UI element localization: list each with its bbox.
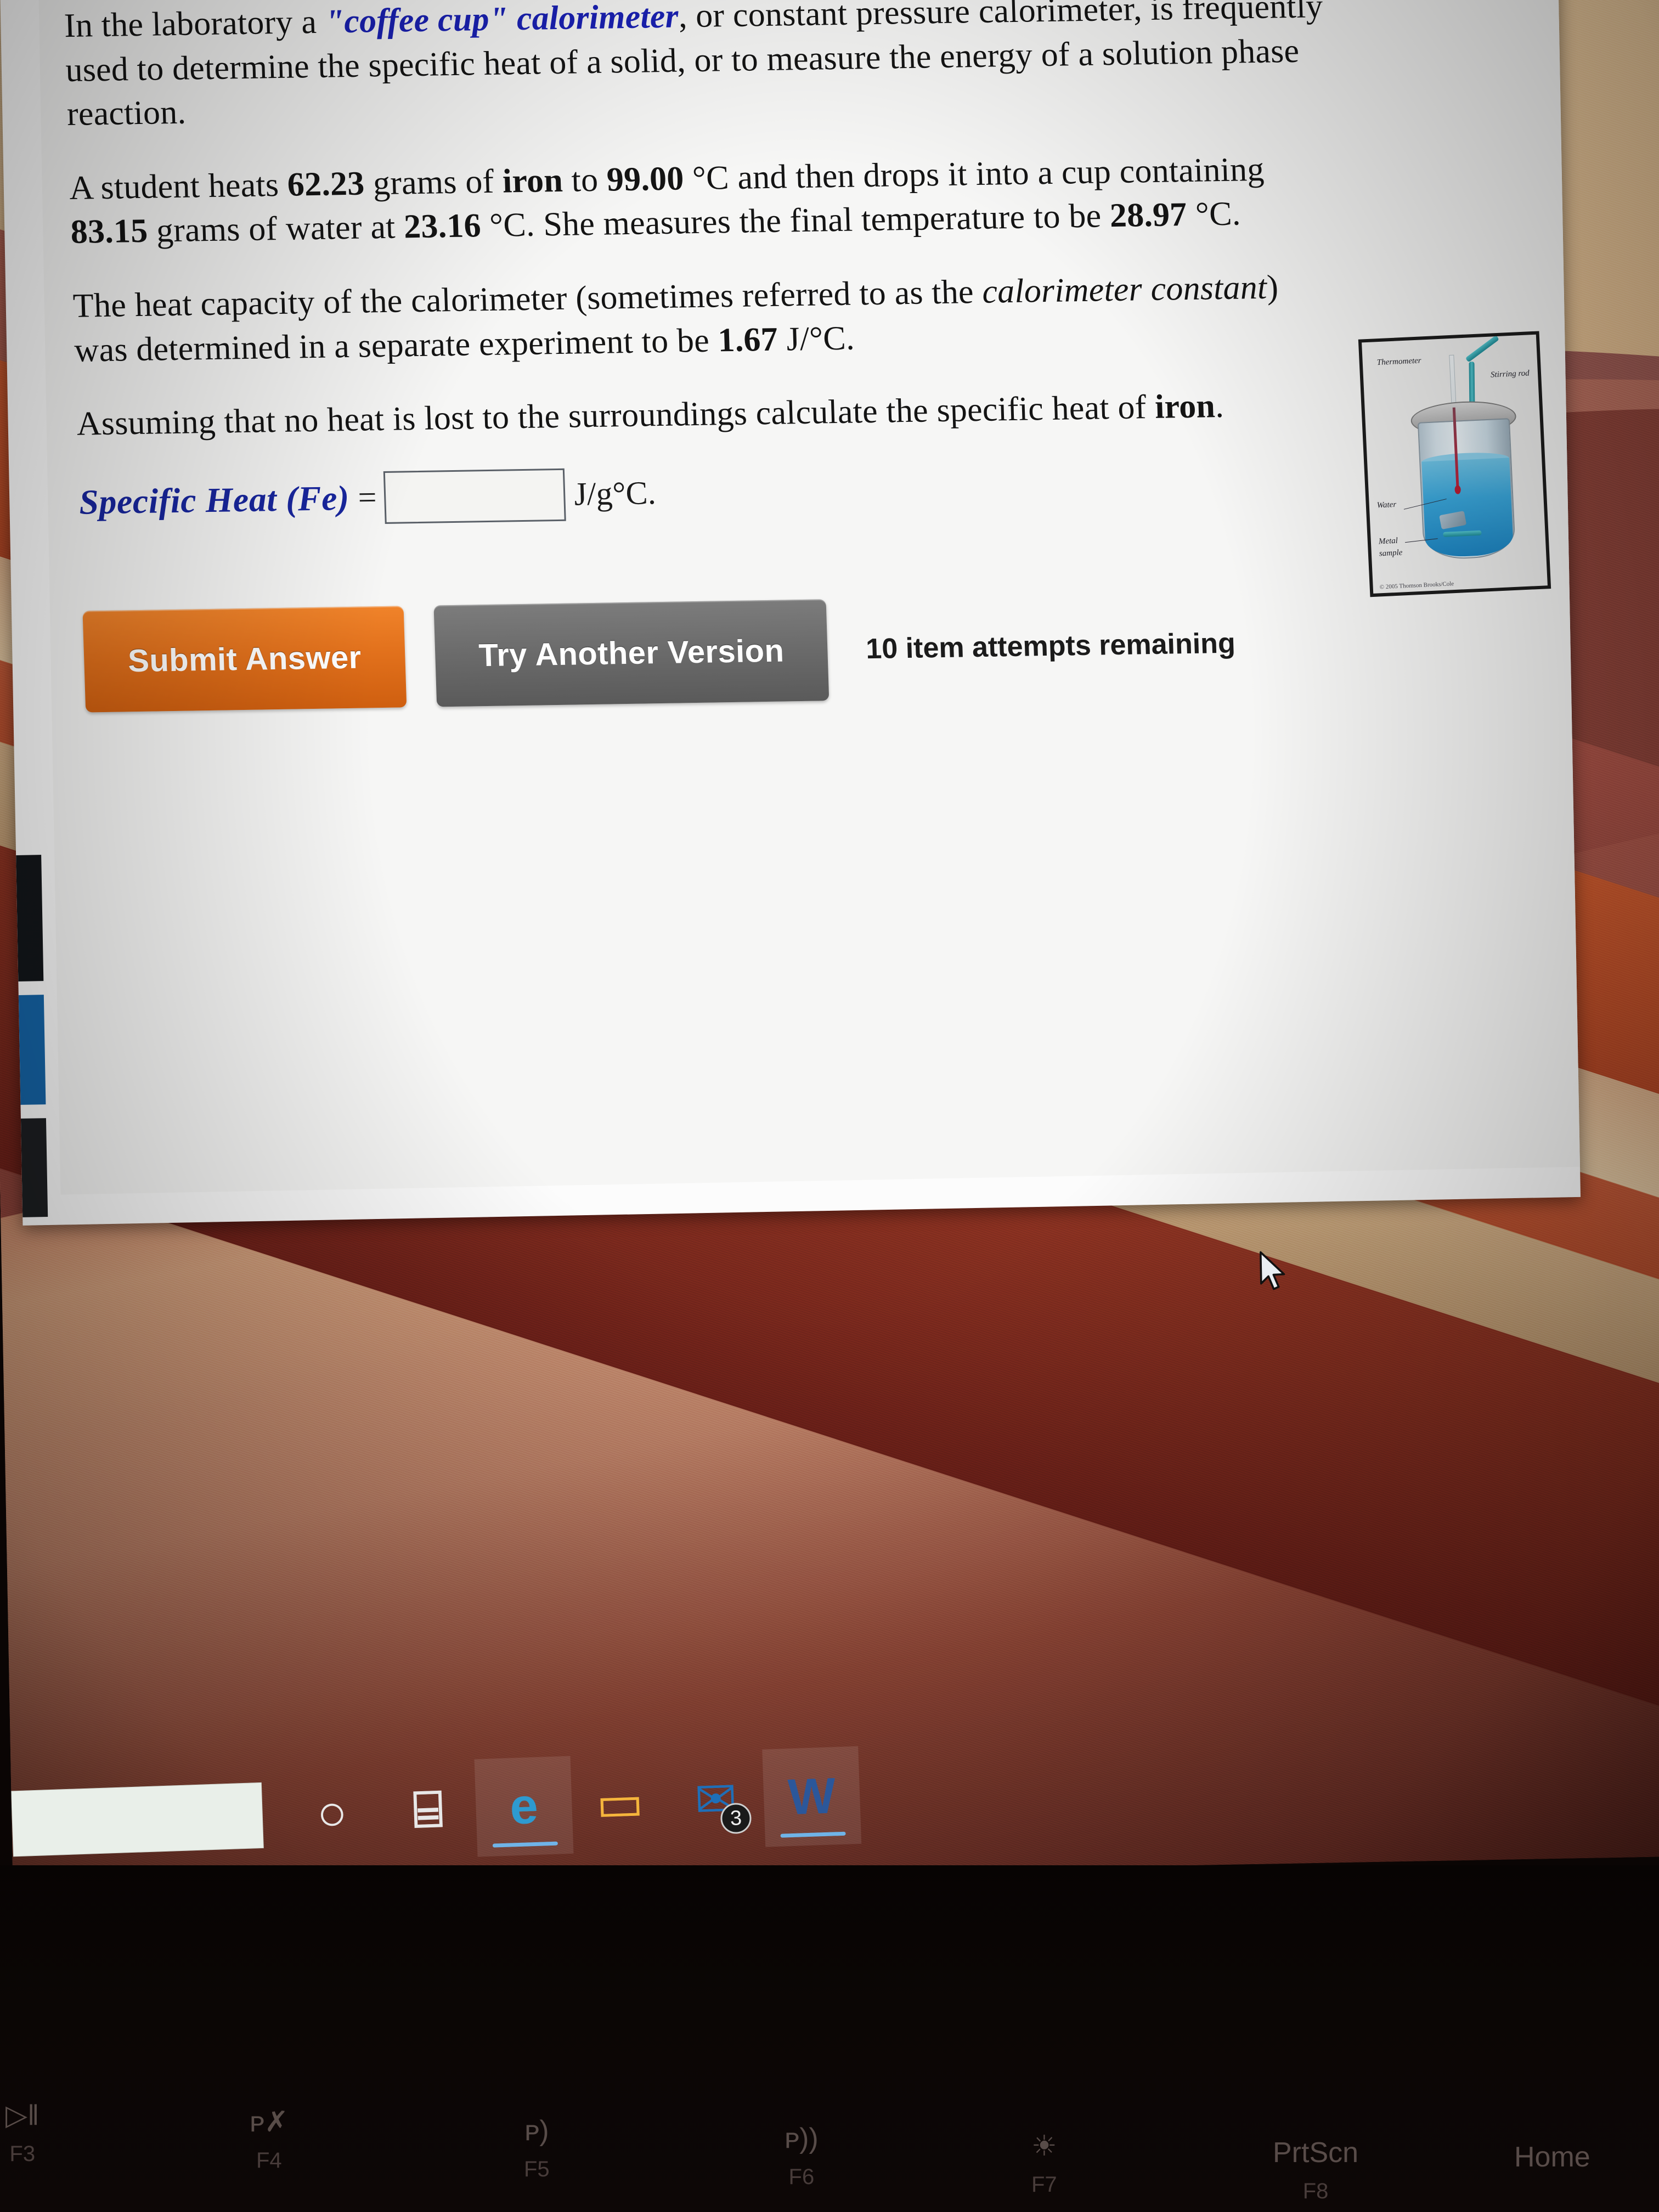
coffee-cup-calorimeter-term: "coffee cup" calorimeter <box>324 0 679 41</box>
paragraph-calorimeter-constant: The heat capacity of the calorimeter (so… <box>72 264 1337 373</box>
paragraph-question: Assuming that no heat is lost to the sur… <box>76 382 1340 447</box>
p2-text-e: grams of water at <box>147 208 405 250</box>
taskbar-item-mail[interactable]: ✉ 3 <box>666 1750 765 1850</box>
taskbar-active-indicator <box>780 1831 846 1838</box>
p4-text-b: . <box>1214 387 1224 425</box>
f5-volume-down-key[interactable]: ᴘ) F5 <box>524 2117 550 2182</box>
figure-label-metal-sample-line2: sample <box>1379 548 1403 558</box>
background-window-sliver-1[interactable] <box>16 855 44 981</box>
iron-temperature-value: 99.00 <box>606 160 685 199</box>
p2-text-a: A student heats <box>69 166 288 207</box>
taskbar-item-edge-browser[interactable]: e <box>474 1756 574 1857</box>
answer-units: J/g°C. <box>573 475 657 512</box>
edge-browser-icon: e <box>509 1778 539 1835</box>
taskbar-item-task-view[interactable]: ⌸ <box>379 1759 478 1860</box>
figure-label-metal-sample-line1: Metal <box>1378 536 1398 546</box>
f8-print-screen-key[interactable]: PrtScn F8 <box>1273 2138 1358 2204</box>
p2-text-f: °C. She measures the final temperature t… <box>480 197 1110 245</box>
taskbar-item-cortana[interactable]: ○ <box>283 1763 382 1864</box>
home-key-glyph: Home <box>1514 2141 1590 2173</box>
home-key[interactable]: Home <box>1514 2143 1590 2171</box>
paragraph-intro: In the laboratory a "coffee cup" calorim… <box>64 0 1330 137</box>
f4-mute-key-label: F4 <box>256 2148 282 2172</box>
water-body <box>1421 458 1514 558</box>
task-view-icon: ⌸ <box>411 1781 444 1838</box>
calorimeter-figure: Thermometer Stirring rod Water Metal sam… <box>1358 331 1551 597</box>
taskbar-icons: ○ ⌸ e ▭ ✉ 3 W <box>261 1746 862 1864</box>
f4-mute-key[interactable]: ᴘ✗ F4 <box>250 2108 289 2173</box>
specific-heat-input[interactable] <box>383 468 566 524</box>
laptop-screen: In the laboratory a "coffee cup" calorim… <box>0 0 1659 1887</box>
taskbar-item-file-explorer[interactable]: ▭ <box>570 1753 669 1854</box>
f7-brightness-key[interactable]: ☀ F7 <box>1031 2132 1057 2197</box>
equals-sign: = <box>357 479 377 516</box>
figure-label-thermometer: Thermometer <box>1376 356 1421 368</box>
f8-print-screen-key-glyph: PrtScn <box>1273 2137 1359 2169</box>
f8-print-screen-key-label: F8 <box>1302 2179 1329 2203</box>
calorimeter-constant-value: 1.67 <box>717 320 778 359</box>
figure-label-stirring-rod: Stirring rod <box>1490 369 1530 380</box>
f6-volume-up-key[interactable]: ᴘ)) F6 <box>785 2124 819 2190</box>
background-window-sliver-3[interactable] <box>20 1118 48 1217</box>
f3-play-pause-key-glyph: ▷‖ <box>5 2100 40 2131</box>
water-mass-value: 83.15 <box>70 212 149 251</box>
taskbar-search-box[interactable] <box>12 1782 263 1857</box>
answer-row: Specific Heat (Fe) = J/g°C. <box>78 453 1517 528</box>
f3-play-pause-key-label: F3 <box>9 2142 36 2166</box>
try-another-version-button[interactable]: Try Another Version <box>433 599 830 707</box>
figure-copyright: © 2005 Thomson Brooks/Cole <box>1379 580 1454 591</box>
photo-of-laptop-screen: In the laboratory a "coffee cup" calorim… <box>0 0 1659 2212</box>
mail-unread-badge: 3 <box>720 1802 752 1835</box>
paragraph-student-data: A student heats 62.23 grams of iron to 9… <box>69 146 1333 255</box>
f3-play-pause-key[interactable]: ▷‖ F3 <box>5 2101 39 2166</box>
p2-text-g: °C. <box>1186 195 1242 234</box>
intro-text-pre: In the laboratory a <box>63 3 326 45</box>
calorimeter-constant-term: calorimeter constant <box>981 268 1268 311</box>
f7-brightness-key-glyph: ☀ <box>1031 2130 1057 2162</box>
f5-volume-down-key-label: F5 <box>524 2157 550 2181</box>
problem-content: In the laboratory a "coffee cup" calorim… <box>64 0 1523 713</box>
word-icon: W <box>787 1768 837 1826</box>
p4-text-a: Assuming that no heat is lost to the sur… <box>76 388 1156 443</box>
browser-window: In the laboratory a "coffee cup" calorim… <box>0 0 1581 1226</box>
submit-answer-button[interactable]: Submit Answer <box>82 606 407 713</box>
question-metal-name: iron <box>1154 387 1216 426</box>
file-explorer-icon: ▭ <box>595 1774 645 1832</box>
p2-text-c: to <box>562 161 607 199</box>
f6-volume-up-key-label: F6 <box>788 2165 815 2189</box>
f6-volume-up-key-glyph: ᴘ)) <box>785 2123 819 2154</box>
p3-text-c: J/°C. <box>777 319 855 358</box>
stirring-rod-bend <box>1465 335 1499 363</box>
metal-name: iron <box>501 161 563 200</box>
f7-brightness-key-label: F7 <box>1031 2172 1057 2197</box>
attempts-remaining-text: 10 item attempts remaining <box>865 627 1236 665</box>
f4-mute-key-glyph: ᴘ✗ <box>250 2106 289 2138</box>
specific-heat-label: Specific Heat (Fe) <box>78 478 350 522</box>
figure-label-water: Water <box>1376 500 1397 510</box>
water-temperature-value: 23.16 <box>403 207 482 246</box>
taskbar-item-word[interactable]: W <box>762 1746 862 1847</box>
p3-text-a: The heat capacity of the calorimeter (so… <box>72 273 983 325</box>
iron-mass-value: 62.23 <box>286 165 365 204</box>
f5-volume-down-key-glyph: ᴘ) <box>524 2115 549 2147</box>
cortana-icon: ○ <box>315 1784 348 1842</box>
taskbar-active-indicator <box>492 1841 558 1848</box>
p2-text-b: grams of <box>364 162 504 202</box>
final-temperature-value: 28.97 <box>1109 196 1188 235</box>
background-window-sliver-2[interactable] <box>18 995 46 1105</box>
p2-text-d: °C and then drops it into a cup containi… <box>683 150 1265 198</box>
calorimeter-figure-inner: Thermometer Stirring rod Water Metal sam… <box>1362 335 1548 594</box>
laptop-function-key-row: ▷‖ F3 ᴘ✗ F4 ᴘ) F5 ᴘ)) F6 ☀ F7 PrtScn F8 Home <box>0 2096 1659 2212</box>
